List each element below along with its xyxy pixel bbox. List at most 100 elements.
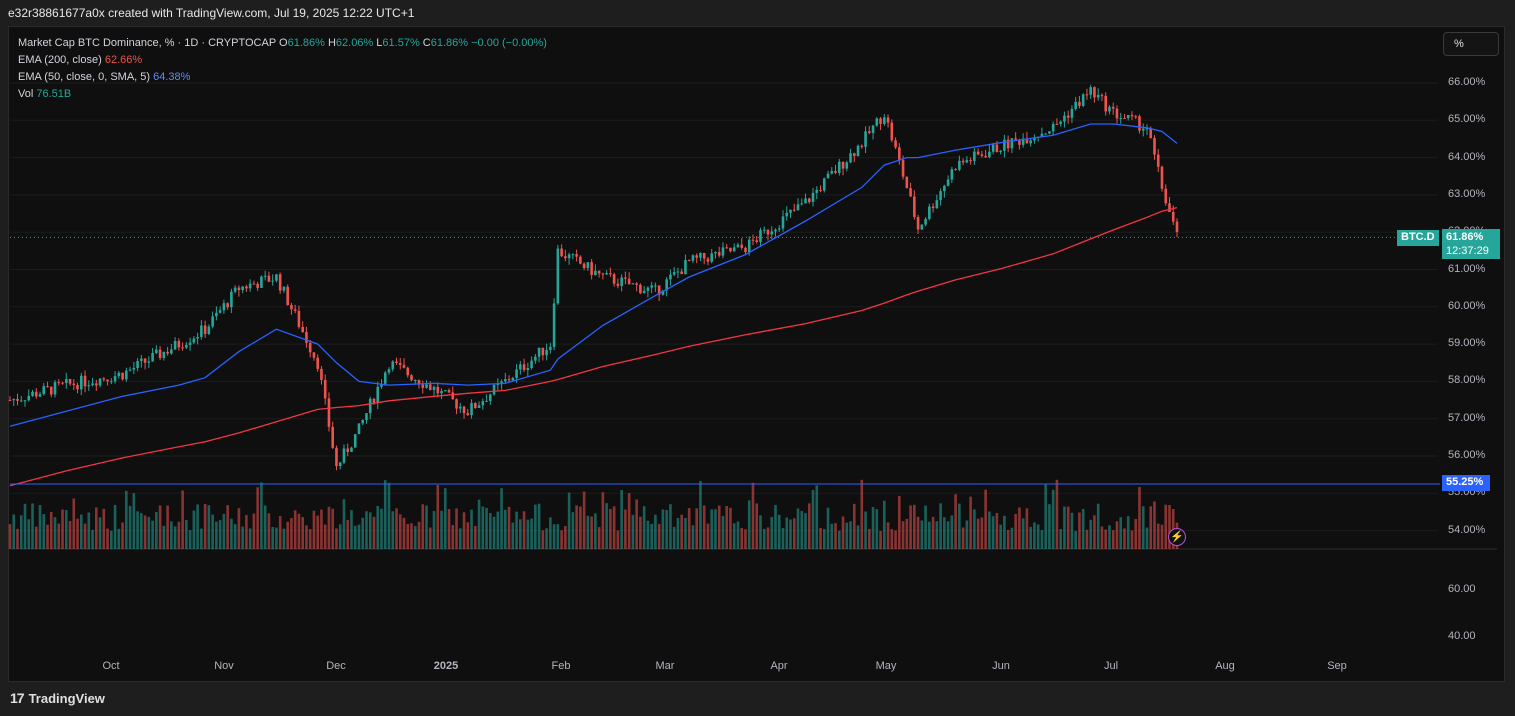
volume-bar	[699, 480, 702, 549]
tradingview-footer[interactable]: 17 TradingView	[10, 690, 105, 706]
candle-body	[140, 358, 143, 361]
chart-legend: Market Cap BTC Dominance, % · 1D · CRYPT…	[18, 35, 547, 103]
candle-body	[61, 382, 64, 384]
candle-body	[507, 379, 511, 381]
candle-body	[804, 198, 807, 204]
volume-bar	[883, 500, 886, 549]
candle-body	[826, 173, 830, 179]
candle-body	[95, 383, 98, 386]
legend-ema50-row[interactable]: EMA (50, close, 0, SMA, 5) 64.38%	[18, 69, 547, 86]
volume-bar	[1040, 530, 1044, 549]
candle-body	[695, 255, 698, 258]
legend-vol-row[interactable]: Vol 76.51B	[18, 86, 547, 103]
volume-bar	[928, 521, 931, 549]
volume-bar	[837, 530, 841, 549]
time-tick-label: Sep	[1327, 660, 1347, 672]
volume-bar	[950, 515, 954, 549]
legend-ema200-row[interactable]: EMA (200, close) 62.66%	[18, 52, 547, 69]
lightning-icon[interactable]: ⚡	[1168, 528, 1186, 546]
candle-body	[672, 272, 676, 275]
candle-body	[177, 340, 181, 348]
candle-body	[31, 391, 34, 396]
candle-body	[860, 145, 864, 147]
volume-bar	[398, 514, 402, 549]
candle-body	[27, 395, 31, 401]
candle-body	[609, 273, 612, 275]
volume-bar	[702, 505, 706, 549]
candle-body	[136, 360, 139, 368]
candle-body	[447, 390, 451, 393]
candle-body	[470, 403, 473, 416]
volume-bar	[804, 513, 807, 549]
volume-bar	[590, 516, 593, 549]
volume-bar	[1066, 506, 1070, 549]
volume-bar	[545, 528, 548, 549]
candle-body	[1093, 87, 1096, 98]
candle-body	[57, 382, 61, 384]
candle-body	[770, 231, 774, 235]
candle-body	[451, 392, 455, 400]
candle-body	[928, 206, 931, 219]
volume-bar	[376, 505, 380, 549]
ema50-line[interactable]	[9, 123, 1178, 427]
volume-bar	[597, 527, 601, 549]
legend-symbol[interactable]: Market Cap BTC Dominance, % · 1D · CRYPT…	[18, 37, 276, 49]
candle-body	[586, 262, 590, 269]
unit-toggle-button[interactable]: %	[1443, 32, 1499, 56]
candle-body	[275, 274, 278, 281]
volume-bar	[567, 492, 571, 549]
candle-body	[684, 260, 687, 275]
candle-body	[796, 204, 800, 211]
volume-bar	[177, 521, 181, 549]
volume-bar	[34, 526, 38, 549]
volume-bar	[447, 508, 451, 549]
volume-bar	[1153, 501, 1156, 549]
volume-bar	[849, 521, 852, 549]
candle-body	[1085, 94, 1089, 96]
candle-body	[905, 176, 909, 189]
candle-body	[357, 423, 361, 435]
candle-body	[188, 342, 192, 345]
volume-bar	[27, 519, 31, 549]
hline-price-tag[interactable]: 55.25%	[1442, 475, 1490, 491]
ema200-line[interactable]	[9, 206, 1178, 487]
volume-bar	[342, 499, 346, 549]
volume-bar	[113, 504, 117, 549]
volume-bar	[969, 496, 972, 549]
candle-body	[560, 248, 563, 257]
volume-bar	[320, 509, 323, 549]
volume-bar	[443, 488, 447, 549]
volume-bar	[173, 526, 177, 549]
price-chart[interactable]	[0, 0, 1515, 716]
volume-bar	[781, 528, 785, 549]
candle-body	[350, 447, 353, 452]
candle-body	[200, 325, 203, 337]
candle-body	[864, 131, 867, 147]
candle-body	[729, 247, 732, 252]
candle-body	[38, 394, 42, 397]
candle-body	[702, 253, 706, 259]
candle-body	[680, 271, 683, 275]
candle-body	[834, 171, 837, 173]
volume-bar	[1059, 529, 1062, 549]
volume-bar	[305, 525, 308, 549]
candle-body	[822, 178, 826, 191]
volume-bar	[155, 512, 158, 549]
volume-bar	[609, 508, 612, 549]
volume-bar	[822, 529, 826, 549]
price-tick-label: 61.00%	[1448, 262, 1486, 275]
candle-body	[699, 253, 702, 258]
candle-body	[286, 286, 289, 305]
volume-bar	[1051, 489, 1055, 549]
volume-bar	[654, 514, 657, 549]
volume-bar	[256, 487, 259, 549]
candle-body	[64, 379, 68, 383]
volume-bar	[939, 503, 942, 549]
volume-bar	[751, 482, 755, 549]
volume-bar	[601, 492, 605, 549]
volume-bar	[338, 524, 342, 549]
volume-bar	[16, 528, 19, 549]
candle-body	[489, 394, 492, 401]
candle-body	[920, 224, 924, 230]
volume-bar	[740, 527, 744, 549]
